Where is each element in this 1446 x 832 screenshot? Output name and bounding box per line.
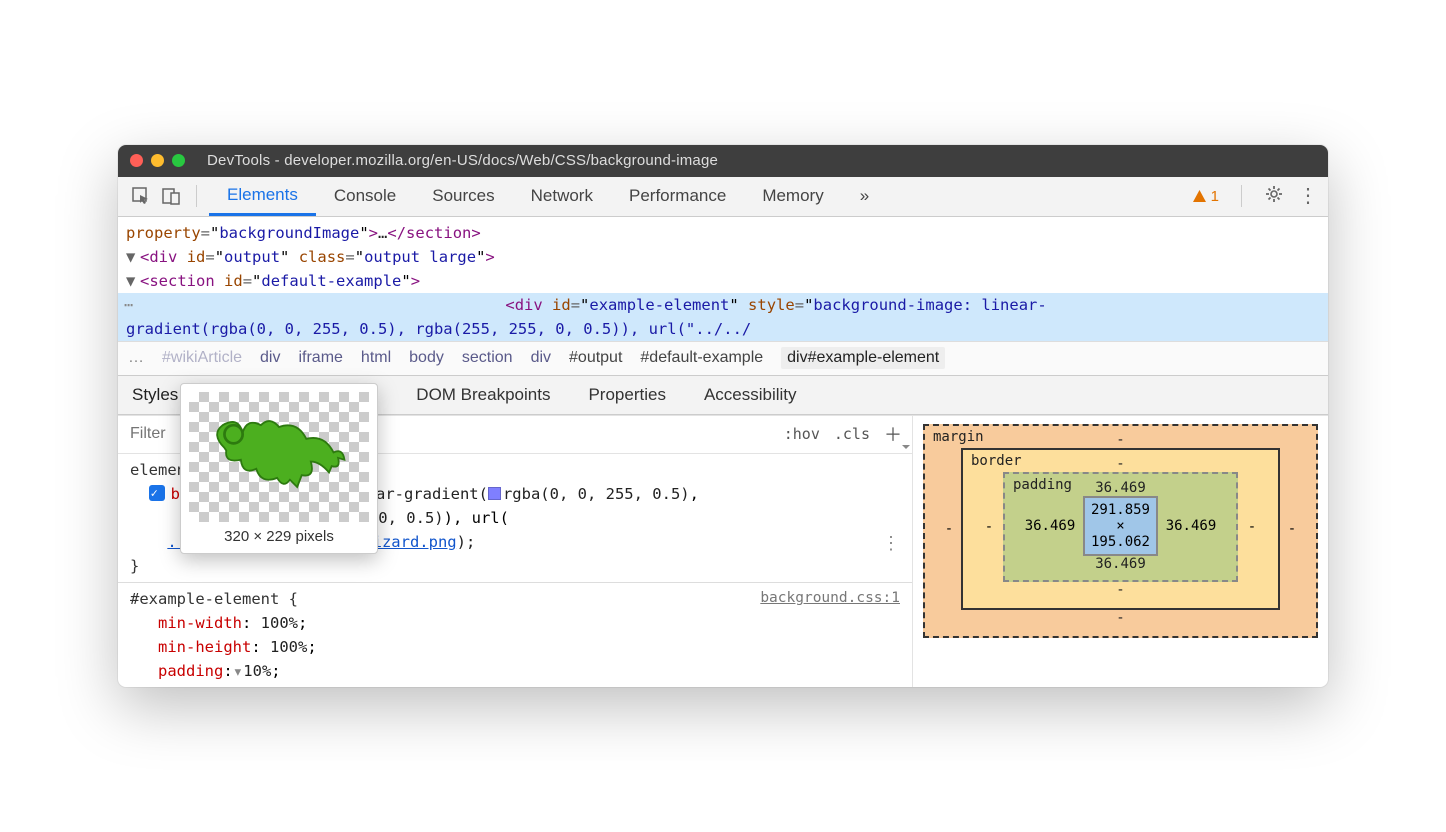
gear-icon[interactable] — [1264, 184, 1284, 209]
dom-row-selected[interactable]: ⋯ <div id="example-element" style="backg… — [118, 293, 1328, 317]
maximize-icon[interactable] — [172, 154, 185, 167]
border-label: border — [971, 453, 1022, 469]
breadcrumb: … #wikiArticle div iframe html body sect… — [118, 341, 1328, 375]
padding-label: padding — [1013, 477, 1072, 493]
breadcrumb-item[interactable]: #wikiArticle — [162, 349, 242, 367]
window-title: DevTools - developer.mozilla.org/en-US/d… — [207, 152, 718, 169]
dom-row[interactable]: property="backgroundImage">…</section> — [118, 221, 1328, 245]
breadcrumb-item[interactable]: section — [462, 349, 513, 367]
tab-console[interactable]: Console — [316, 176, 414, 216]
breadcrumb-item[interactable]: iframe — [298, 349, 342, 367]
panel-tabs: Elements Console Sources Network Perform… — [209, 176, 887, 216]
tab-performance[interactable]: Performance — [611, 176, 744, 216]
margin-label: margin — [933, 429, 984, 445]
dom-tree[interactable]: property="backgroundImage">…</section> ▼… — [118, 217, 1328, 341]
inspect-icon[interactable] — [128, 183, 154, 209]
warnings-count: 1 — [1211, 188, 1219, 205]
checkbox-icon[interactable] — [149, 485, 165, 501]
ellipsis-icon[interactable]: ⋯ — [118, 293, 136, 317]
warnings-badge[interactable]: 1 — [1192, 188, 1219, 205]
devtools-window: DevTools - developer.mozilla.org/en-US/d… — [118, 145, 1328, 687]
breadcrumb-item[interactable]: #default-example — [640, 349, 763, 367]
content-box: 291.859 × 195.062 — [1083, 496, 1158, 556]
source-link[interactable]: background.css:1 — [760, 587, 900, 609]
tab-memory[interactable]: Memory — [744, 176, 841, 216]
subtab-properties[interactable]: Properties — [588, 385, 665, 405]
tab-network[interactable]: Network — [513, 176, 611, 216]
expand-shorthand-icon[interactable]: ▶ — [229, 669, 246, 676]
breadcrumb-item[interactable]: div — [260, 349, 280, 367]
minimize-icon[interactable] — [151, 154, 164, 167]
dom-row-selected[interactable]: gradient(rgba(0, 0, 255, 0.5), rgba(255,… — [118, 317, 1328, 341]
tab-overflow[interactable]: » — [842, 176, 887, 216]
close-icon[interactable] — [130, 154, 143, 167]
hov-toggle[interactable]: :hov — [784, 425, 820, 443]
toolbar-right: 1 ⋮ — [1192, 184, 1318, 209]
tab-sources[interactable]: Sources — [414, 176, 512, 216]
color-swatch-icon[interactable] — [488, 487, 501, 500]
traffic-lights — [130, 154, 185, 167]
more-vertical-icon[interactable]: ⋮ — [882, 530, 900, 558]
more-vertical-icon[interactable]: ⋮ — [1298, 186, 1318, 206]
box-model-panel: margin - - border - - — [912, 416, 1328, 687]
cls-toggle[interactable]: .cls — [834, 425, 870, 443]
breadcrumb-item[interactable]: #output — [569, 349, 622, 367]
breadcrumb-item[interactable]: div — [531, 349, 551, 367]
breadcrumb-item[interactable]: body — [409, 349, 444, 367]
titlebar: DevTools - developer.mozilla.org/en-US/d… — [118, 145, 1328, 177]
breadcrumb-item[interactable]: html — [361, 349, 391, 367]
lizard-icon — [204, 407, 354, 507]
subtab-styles[interactable]: Styles — [132, 385, 178, 405]
box-model[interactable]: margin - - border - - — [923, 424, 1318, 638]
subtab-dom-breakpoints[interactable]: DOM Breakpoints — [416, 385, 550, 405]
toolbar: Elements Console Sources Network Perform… — [118, 177, 1328, 217]
breadcrumb-item-selected[interactable]: div#example-element — [781, 347, 945, 369]
new-style-rule-icon[interactable]: ＋ — [884, 421, 902, 447]
separator — [1241, 185, 1242, 207]
separator — [196, 185, 197, 207]
breadcrumb-overflow[interactable]: … — [128, 349, 144, 367]
subtab-accessibility[interactable]: Accessibility — [704, 385, 797, 405]
image-preview-tooltip: 320 × 229 pixels — [180, 383, 378, 554]
dom-row[interactable]: ▼<div id="output" class="output large"> — [118, 245, 1328, 269]
dom-row[interactable]: ▼<section id="default-example"> — [118, 269, 1328, 293]
image-preview — [189, 392, 369, 522]
style-rule[interactable]: background.css:1 #example-element { min-… — [118, 583, 912, 687]
image-dimensions: 320 × 229 pixels — [189, 528, 369, 545]
tab-elements[interactable]: Elements — [209, 176, 316, 216]
device-toggle-icon[interactable] — [158, 183, 184, 209]
